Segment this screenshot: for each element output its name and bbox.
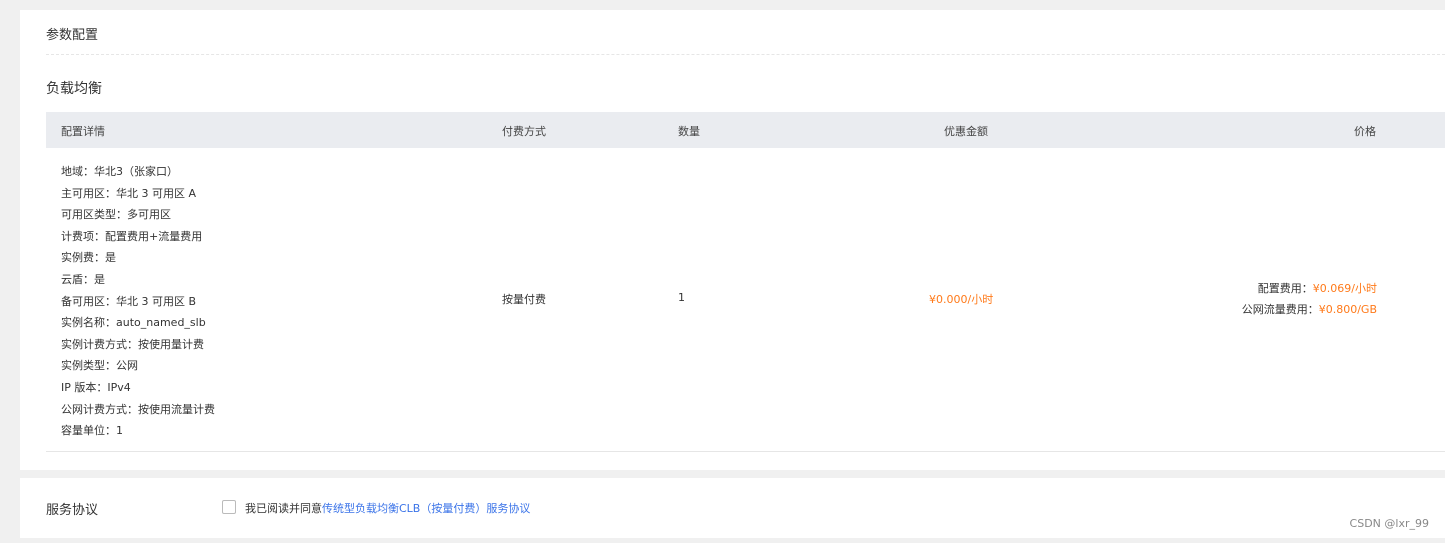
section-divider (46, 54, 1445, 55)
discount-value: ¥0.000/小时 (929, 293, 994, 306)
header-quantity: 数量 (678, 125, 700, 138)
detail-instance-name: 实例名称：auto_named_slb (61, 316, 206, 330)
price-traffic-label: 公网流量费用： (1241, 303, 1319, 316)
quantity-value: 1 (678, 291, 685, 304)
lb-title: 负载均衡 (46, 81, 102, 97)
payment-value: 按量付费 (502, 293, 546, 306)
price-config-value: ¥0.069/小时 (1312, 282, 1377, 295)
detail-billing-items: 计费项：配置费用+流量费用 (61, 229, 203, 243)
price-config-label: 配置费用： (1257, 282, 1313, 295)
detail-cloud-shield: 云盾：是 (61, 272, 105, 286)
price-traffic-value: ¥0.800/GB (1318, 303, 1377, 316)
agreement-link[interactable]: 传统型负载均衡CLB（按量付费）服务协议 (322, 502, 530, 515)
table-row: 地域：华北3（张家口） 主可用区：华北 3 可用区 A 可用区类型：多可用区 计… (46, 148, 1445, 452)
price-traffic: 公网流量费用：¥0.800/GB (1242, 299, 1377, 320)
watermark: CSDN @lxr_99 (1349, 517, 1429, 530)
detail-instance-billing: 实例计费方式：按使用量计费 (61, 337, 204, 351)
detail-instance-fee: 实例费：是 (61, 251, 116, 265)
header-discount: 优惠金额 (944, 125, 988, 138)
detail-ip-version: IP 版本：IPv4 (61, 380, 131, 394)
table-header: 配置详情 付费方式 数量 优惠金额 价格 (46, 112, 1445, 148)
agree-checkbox[interactable] (222, 500, 236, 514)
header-payment: 付费方式 (502, 125, 546, 138)
detail-capacity: 容量单位：1 (61, 424, 123, 438)
detail-list: 地域：华北3（张家口） 主可用区：华北 3 可用区 A 可用区类型：多可用区 计… (61, 161, 215, 442)
price-block: 配置费用：¥0.069/小时 公网流量费用：¥0.800/GB (1242, 278, 1377, 320)
agreement-text: 我已阅读并同意传统型负载均衡CLB（按量付费）服务协议 (245, 500, 530, 516)
agreement-title: 服务协议 (46, 503, 99, 518)
detail-region: 地域：华北3（张家口） (61, 165, 178, 178)
config-table: 配置详情 付费方式 数量 优惠金额 价格 地域：华北3（张家口） 主可用区：华北… (46, 112, 1445, 452)
section-title: 参数配置 (46, 28, 99, 43)
agreement-card: 服务协议 我已阅读并同意传统型负载均衡CLB（按量付费）服务协议 CSDN @l… (20, 478, 1445, 538)
header-detail: 配置详情 (61, 125, 105, 138)
detail-zone-type: 可用区类型：多可用区 (61, 208, 171, 222)
header-price: 价格 (1354, 125, 1376, 138)
detail-backup-zone: 备可用区：华北 3 可用区 B (61, 294, 197, 308)
detail-network-billing: 公网计费方式：按使用流量计费 (61, 402, 215, 416)
agreement-prefix: 我已阅读并同意 (245, 502, 322, 515)
price-config: 配置费用：¥0.069/小时 (1242, 278, 1377, 299)
detail-instance-type: 实例类型：公网 (61, 359, 138, 373)
detail-primary-zone: 主可用区：华北 3 可用区 A (61, 186, 197, 200)
params-card: 参数配置 负载均衡 配置详情 付费方式 数量 优惠金额 价格 地域：华北3（张家… (20, 10, 1445, 470)
